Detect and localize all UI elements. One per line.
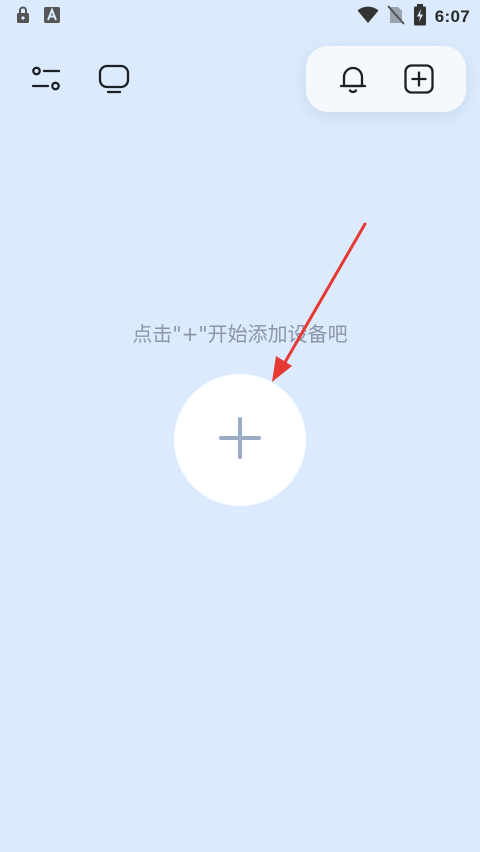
tv-icon[interactable] [97, 62, 131, 96]
toolbar-left [29, 62, 131, 96]
a-notification-icon [43, 6, 61, 28]
add-device-button[interactable] [174, 374, 306, 506]
status-bar-right: 6:07 [357, 4, 470, 30]
arrow-head [272, 356, 292, 382]
status-bar: 6:07 [0, 0, 480, 32]
action-pill [306, 46, 466, 112]
add-square-icon[interactable] [402, 62, 436, 96]
filter-sliders-icon[interactable] [29, 62, 63, 96]
battery-charging-icon [413, 4, 427, 30]
lock-notification-icon [15, 6, 31, 28]
bell-icon[interactable] [336, 62, 370, 96]
status-time: 6:07 [434, 7, 470, 26]
wifi-icon [357, 5, 379, 29]
status-bar-left [15, 6, 61, 28]
no-sim-icon [387, 5, 405, 29]
plus-icon [218, 416, 262, 464]
empty-state-hint: 点击"+"开始添加设备吧 [132, 322, 348, 346]
